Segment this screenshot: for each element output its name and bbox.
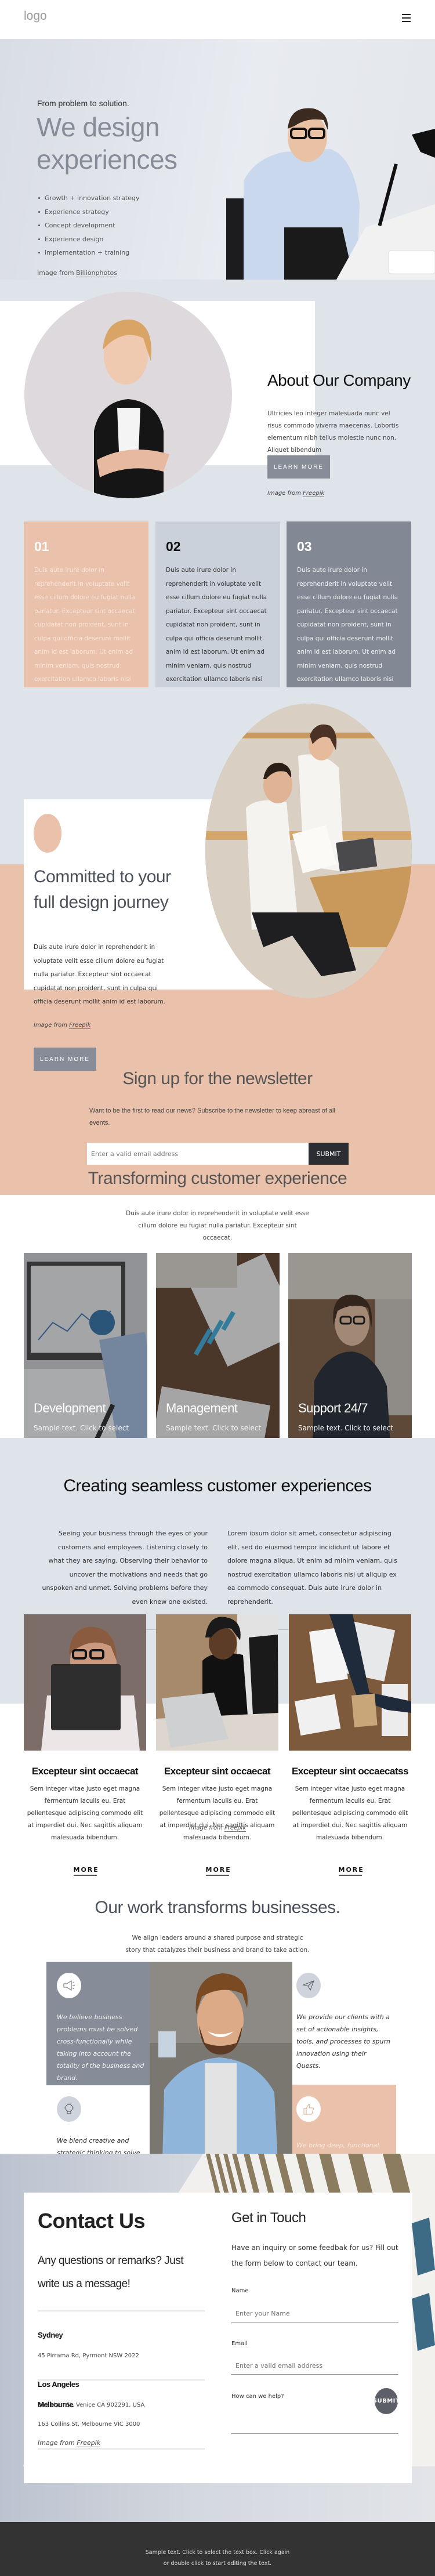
hero-tagline: From problem to solution.: [37, 99, 129, 108]
credit-prefix: Image from: [188, 1825, 225, 1831]
hero-list-item: Concept development: [38, 219, 139, 233]
numbered-card: 02 Duis aute irure dolor in reprehenderi…: [155, 521, 280, 710]
logo[interactable]: logo: [24, 9, 47, 23]
transform-text: Duis aute irure dolor in reprehenderit i…: [126, 1210, 309, 1241]
message-textarea[interactable]: [231, 2405, 398, 2434]
learn-more-button[interactable]: LEARN MORE: [267, 455, 330, 479]
office-address: 340 Main St, Venice CA 902291, USA: [38, 2402, 145, 2408]
numbered-card: 01 Duis aute irure dolor in reprehenderi…: [24, 521, 148, 710]
about-text: Ultricies leo integer malesuada nunc vel…: [267, 410, 399, 454]
seamless-left-text: Seeing your business through the eyes of…: [42, 1530, 208, 1606]
our-work-item-text: We provide our clients with a set of act…: [296, 2013, 390, 2070]
hamburger-icon[interactable]: [402, 14, 411, 23]
card-number: 03: [297, 539, 312, 554]
example-card: Excepteur sint occaecatss Sem integer vi…: [289, 1614, 411, 1876]
image-credit: Image from Freepik: [38, 2439, 101, 2447]
credit-prefix: Image from: [34, 1022, 70, 1028]
example-text: Sem integer vitae justo eget magna ferme…: [292, 1785, 408, 1841]
credit-link[interactable]: Freepik: [224, 1825, 246, 1832]
credit-prefix: Image from: [38, 2439, 77, 2447]
lightbulb-icon: [57, 2096, 81, 2122]
example-text: Sem integer vitae justo eget magna ferme…: [27, 1785, 143, 1841]
service-card-title: Management: [166, 1401, 238, 1415]
credit-link[interactable]: Freepik: [303, 490, 325, 497]
more-link[interactable]: MORE: [338, 1866, 363, 1876]
more-link[interactable]: MORE: [73, 1866, 98, 1876]
card-number: 01: [34, 539, 49, 554]
get-in-touch-text: Have an inquiry or some feedbak for us? …: [231, 2244, 398, 2267]
contact-submit-button[interactable]: SUBMIT: [373, 2388, 400, 2414]
our-work-text: We align leaders around a shared purpose…: [125, 1934, 310, 1954]
transform-title: Transforming customer experience: [88, 1169, 347, 1188]
example-card: Excepteur sint occaecat Sem integer vita…: [156, 1614, 278, 1876]
commit-text: Duis aute irure dolor in reprehenderit i…: [34, 944, 165, 1005]
hero-list-item: Growth + innovation strategy: [38, 191, 139, 205]
image-credit: Image from Freepik: [0, 1825, 435, 1832]
contact-title: Contact Us: [38, 2209, 146, 2233]
contact-subtitle: Any questions or remarks? Just write us …: [38, 2255, 184, 2290]
hero-title: We design experiences: [37, 112, 177, 175]
megaphone-icon: [57, 1973, 81, 1998]
example-photo: [24, 1614, 146, 1751]
example-card: Excepteur sint occaecat Sem integer vita…: [24, 1614, 146, 1876]
image-credit: Image from Freepik: [267, 490, 325, 497]
hero-list-item: Experience strategy: [38, 205, 139, 219]
office-city: Sydney: [38, 2331, 63, 2339]
hero-service-list: Growth + innovation strategy Experience …: [38, 191, 139, 260]
example-title: Excepteur sint occaecat: [31, 1766, 139, 1777]
newsletter-text: Want to be the first to read our news? S…: [89, 1107, 335, 1126]
about-title: About Our Company: [267, 371, 411, 389]
office-address: 163 Collins St, Melbourne VIC 3000: [38, 2421, 140, 2428]
learn-more-button[interactable]: LEARN MORE: [34, 1048, 96, 1071]
service-card-title: Development: [34, 1401, 106, 1415]
divider: [38, 2310, 205, 2311]
credit-prefix: Image from: [37, 269, 77, 277]
credit-link[interactable]: Freepik: [77, 2439, 101, 2447]
hero-list-item: Experience design: [38, 233, 139, 247]
office-address: 45 Pirrama Rd, Pyrmont NSW 2022: [38, 2353, 139, 2359]
example-photo: [156, 1614, 278, 1751]
about-photo: [24, 292, 232, 498]
example-text: Sem integer vitae justo eget magna ferme…: [159, 1785, 276, 1841]
footer-text: Sample text. Click to select the text bo…: [145, 2549, 290, 2567]
office-city: Los Angeles: [38, 2380, 79, 2389]
commit-title: Committed to your full design journey: [34, 867, 171, 912]
commit-photo: [205, 704, 412, 998]
newsletter-email-input[interactable]: [87, 1143, 309, 1165]
seamless-title: Creating seamless customer experiences: [63, 1476, 372, 1495]
email-label: Email: [231, 2340, 248, 2347]
site-header: logo: [0, 0, 435, 39]
image-credit: Image from Freepik: [34, 1022, 91, 1029]
hero-list-item: Implementation + training: [38, 246, 139, 260]
credit-link[interactable]: Billionphotos: [76, 269, 117, 277]
credit-link[interactable]: Freepik: [69, 1022, 91, 1029]
card-number: 02: [166, 539, 181, 554]
paper-plane-icon: [296, 1973, 321, 1998]
numbered-card: 03 Duis aute irure dolor in reprehenderi…: [287, 521, 411, 710]
hero-photo: [226, 108, 435, 280]
message-label: How can we help?: [231, 2393, 284, 2400]
our-work-title: Our work transforms businesses.: [95, 1898, 340, 1917]
get-in-touch-title: Get in Touch: [231, 2210, 306, 2226]
seamless-right-text: Lorem ipsum dolor sit amet, consectetur …: [227, 1530, 397, 1606]
email-input[interactable]: [231, 2357, 398, 2375]
service-card-title: Support 24/7: [298, 1401, 368, 1415]
decorative-dot: [34, 814, 61, 853]
image-credit: Image from Billionphotos: [37, 269, 117, 277]
newsletter-title: Sign up for the newsletter: [122, 1069, 313, 1088]
divider: [38, 2448, 205, 2450]
hero-section: From problem to solution. We design expe…: [0, 39, 435, 280]
thumbs-up-icon: [296, 2096, 321, 2122]
more-link[interactable]: MORE: [205, 1866, 230, 1876]
name-label: Name: [231, 2288, 249, 2294]
our-work-item-text: We believe business problems must be sol…: [57, 2013, 144, 2082]
example-title: Excepteur sint occaecat: [164, 1766, 271, 1777]
credit-prefix: Image from: [267, 490, 303, 497]
example-photo: [289, 1614, 411, 1751]
name-input[interactable]: [231, 2305, 398, 2323]
newsletter-submit-button[interactable]: SUBMIT: [309, 1143, 349, 1165]
example-title: Excepteur sint occaecatss: [291, 1766, 409, 1777]
